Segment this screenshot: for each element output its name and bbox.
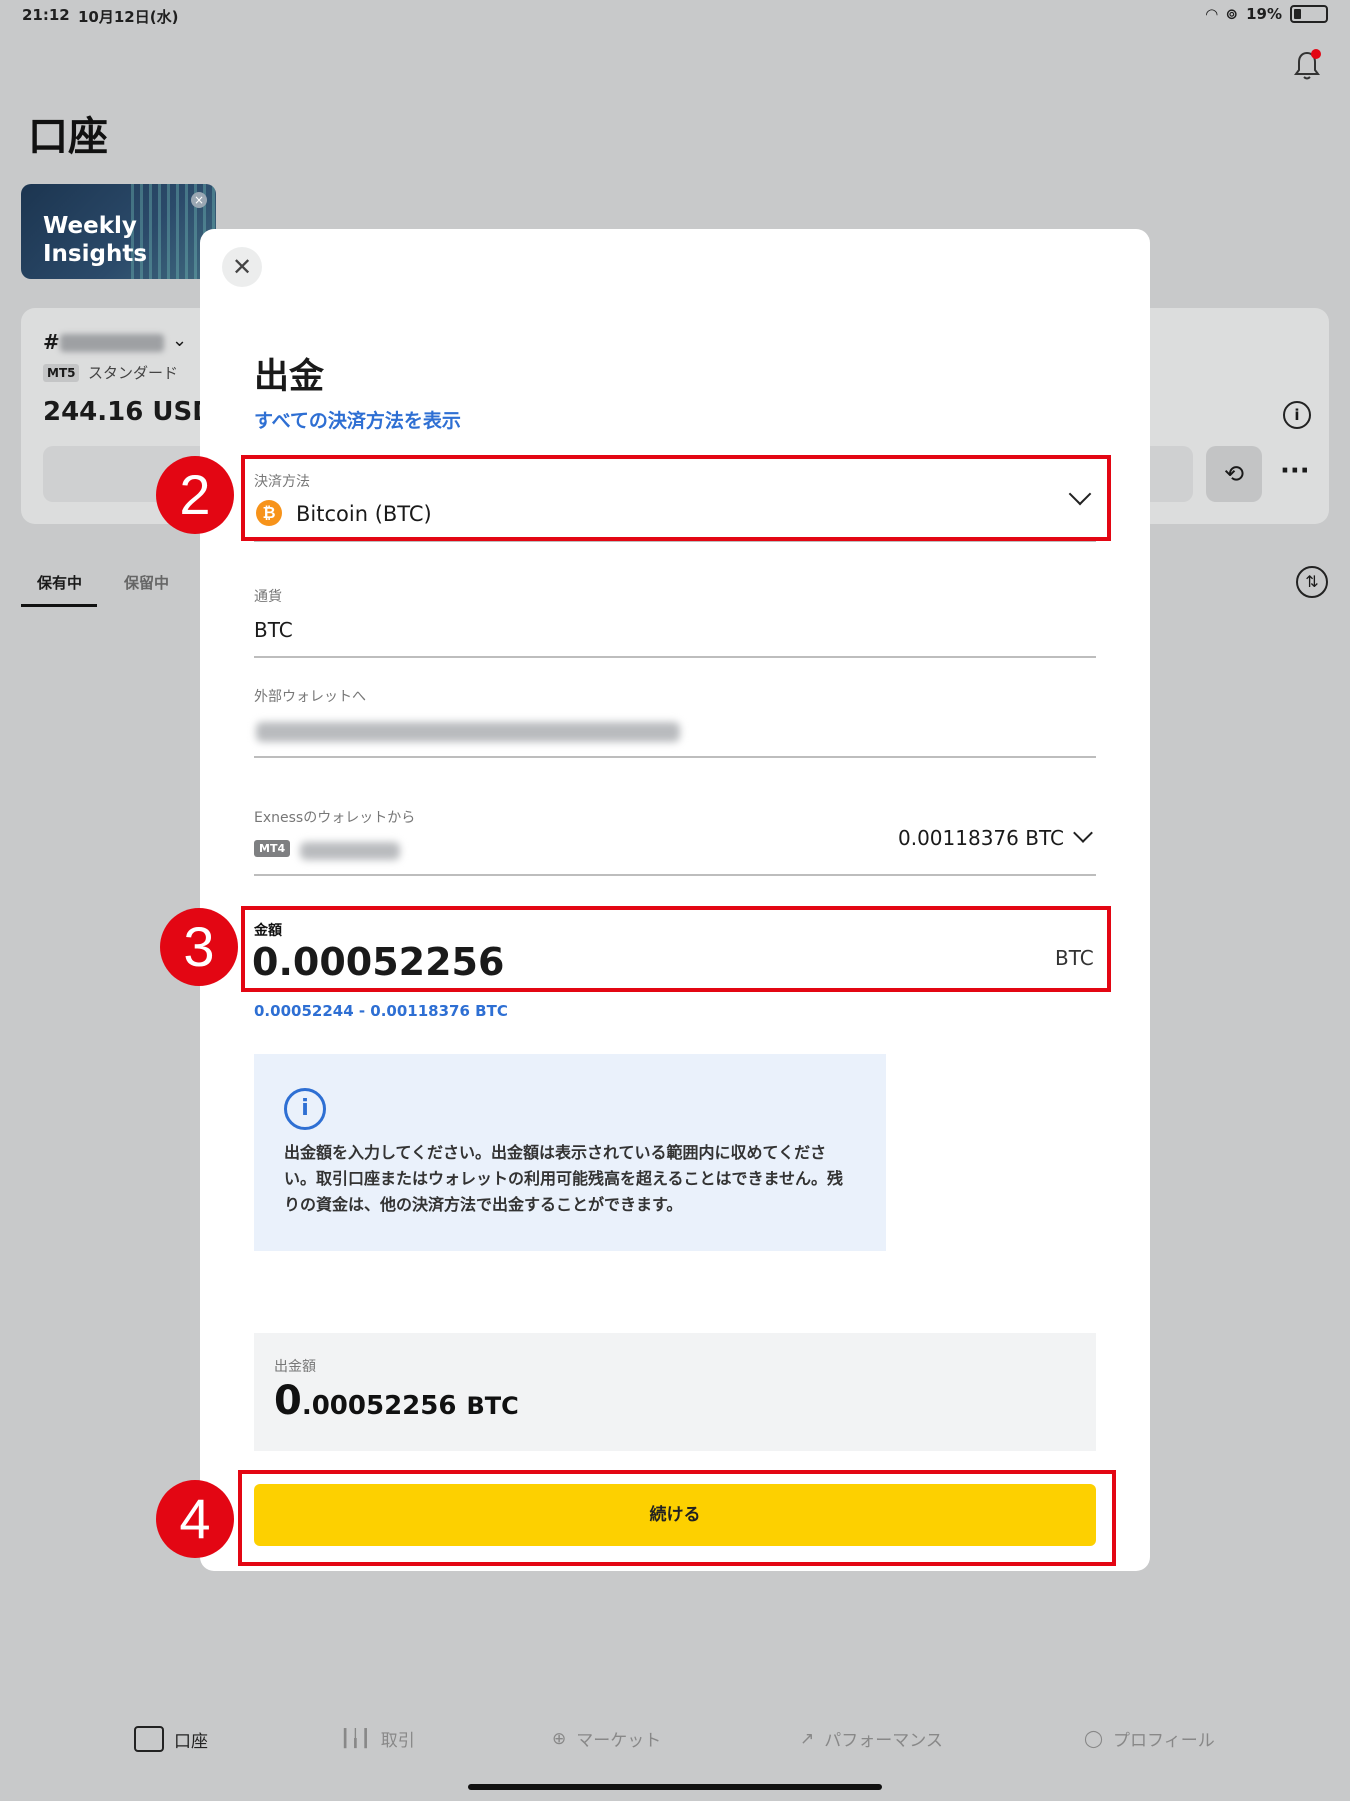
platform-badge: MT4	[254, 840, 291, 857]
rotation-lock-icon: ⊚	[1225, 5, 1239, 23]
nav-item-market[interactable]: ⊕ マーケット	[552, 1726, 662, 1752]
wifi-icon: ◠	[1205, 5, 1218, 23]
person-icon: ◯	[1084, 1728, 1104, 1749]
nav-label: 口座	[174, 1731, 208, 1752]
currency-label: 通貨	[254, 589, 282, 605]
account-number: #	[43, 330, 60, 354]
wallet-address-redacted[interactable]	[256, 722, 680, 742]
nav-label: パフォーマンス	[824, 1731, 943, 1751]
weekly-insights-banner[interactable]: Weekly Insights ×	[21, 184, 216, 279]
highlight-box-amount	[241, 906, 1111, 992]
status-bar: 21:12 10月12日(水) ◠ ⊚ 19%	[0, 0, 1350, 32]
nav-item-profile[interactable]: ◯ プロフィール	[1084, 1726, 1215, 1752]
active-tab-indicator	[21, 604, 97, 607]
step-marker-3: 3	[160, 908, 238, 986]
battery-icon	[1290, 5, 1328, 23]
sort-icon[interactable]: ⇅	[1296, 566, 1328, 598]
nav-item-account[interactable]: 口座	[134, 1726, 208, 1752]
notification-bell-icon[interactable]	[1291, 48, 1323, 82]
account-number-redacted	[60, 334, 164, 352]
globe-icon: ⊕	[552, 1728, 567, 1749]
nav-label: マーケット	[576, 1731, 662, 1751]
info-icon: i	[284, 1088, 326, 1130]
history-icon[interactable]: ⟲	[1206, 446, 1262, 502]
summary-label: 出金額	[274, 1359, 316, 1375]
source-wallet-label: Exnessのウォレットから	[254, 810, 416, 826]
candlestick-icon: ┃╽┃	[340, 1728, 371, 1749]
summary-amount: 0.00052256 BTC	[274, 1378, 519, 1424]
info-icon[interactable]: i	[1283, 401, 1311, 429]
summary-integer: 0	[274, 1378, 302, 1424]
tab-pending[interactable]: 保留中	[124, 572, 169, 593]
info-message-text: 出金額を入力してください。出金額は表示されている範囲内に収めてください。取引口座…	[284, 1143, 844, 1214]
more-options-icon[interactable]: ···	[1280, 456, 1310, 486]
summary-decimal: .00052256	[301, 1391, 457, 1421]
currency-value: BTC	[254, 618, 293, 642]
step-marker-4: 4	[156, 1480, 234, 1558]
account-type: スタンダード	[88, 364, 179, 382]
performance-chart-icon: ↗	[800, 1728, 815, 1749]
modal-title: 出金	[254, 357, 325, 397]
field-divider	[254, 656, 1096, 658]
platform-badge: MT5	[43, 364, 80, 382]
source-account-redacted	[300, 842, 400, 860]
account-balance: 244.16 USD	[43, 397, 214, 427]
weekly-insights-title: Weekly Insights	[43, 213, 148, 267]
source-wallet-balance[interactable]: 0.00118376 BTC	[898, 826, 1064, 850]
banner-close-icon[interactable]: ×	[191, 192, 207, 208]
nav-item-performance[interactable]: ↗ パフォーマンス	[800, 1726, 943, 1752]
wallet-icon	[134, 1726, 164, 1752]
amount-range-hint: 0.00052244 - 0.00118376 BTC	[254, 1002, 508, 1020]
nav-label: プロフィール	[1113, 1731, 1215, 1751]
page-title: 口座	[28, 114, 108, 160]
tab-holding[interactable]: 保有中	[37, 572, 82, 593]
show-all-payment-methods-link[interactable]: すべての決済方法を表示	[254, 406, 461, 433]
status-time: 21:12	[22, 6, 70, 24]
battery-percent: 19%	[1246, 5, 1282, 23]
field-divider	[254, 874, 1096, 876]
status-date: 10月12日(水)	[78, 8, 179, 26]
field-divider	[254, 756, 1096, 758]
home-indicator[interactable]	[468, 1784, 882, 1790]
step-marker-2: 2	[156, 456, 234, 534]
highlight-box-payment-method	[241, 455, 1111, 541]
nav-label: 取引	[380, 1731, 415, 1751]
bottom-navigation: 口座 ┃╽┃ 取引 ⊕ マーケット ↗ パフォーマンス ◯ プロフィール	[0, 1720, 1350, 1780]
summary-unit: BTC	[466, 1392, 519, 1420]
nav-item-trade[interactable]: ┃╽┃ 取引	[340, 1726, 415, 1752]
highlight-box-continue	[238, 1470, 1116, 1566]
status-indicators: ◠ ⊚ 19%	[1206, 5, 1328, 23]
external-wallet-label: 外部ウォレットへ	[254, 689, 366, 705]
close-icon[interactable]: ✕	[222, 247, 262, 287]
chevron-down-icon[interactable]: ⌄	[172, 330, 187, 351]
